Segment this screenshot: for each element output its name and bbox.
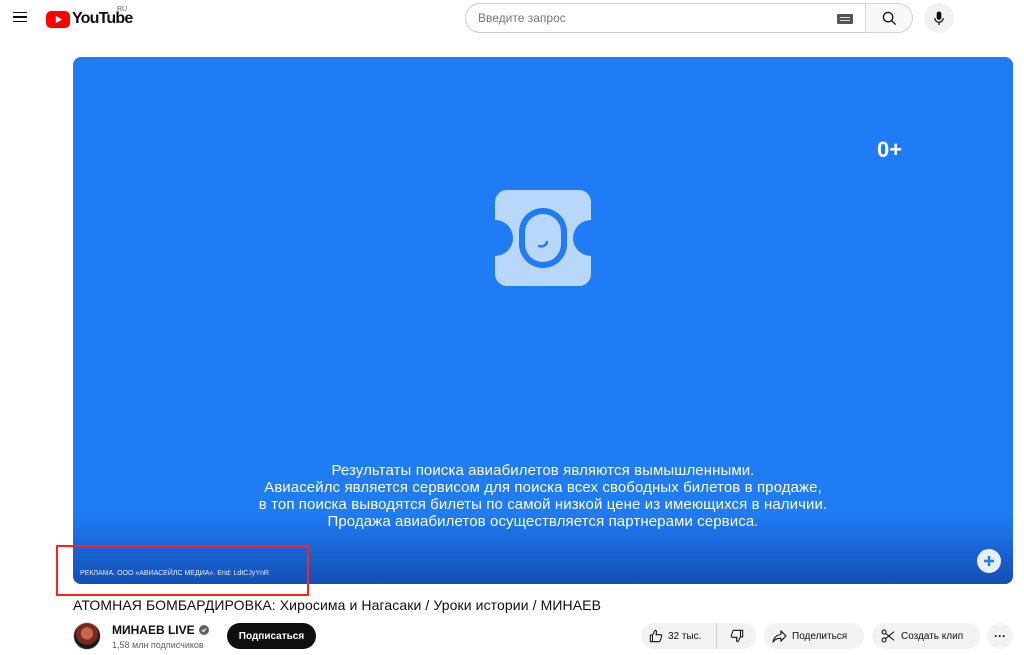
like-count: 32 тыс. — [668, 630, 702, 642]
more-icon: ··· — [994, 629, 1006, 643]
channel-name-text: МИНАЕВ LIVE — [112, 623, 195, 637]
disclaimer-line: Авиасейлс является сервисом для поиска в… — [264, 479, 822, 496]
microphone-icon — [934, 10, 944, 25]
video-player[interactable]: 0+ Результаты поиска авиабилетов являютс… — [73, 57, 1013, 584]
video-title: АТОМНАЯ БОМБАРДИРОВКА: Хиросима и Нагаса… — [73, 597, 602, 613]
search-bar — [465, 3, 913, 33]
search-input[interactable] — [478, 11, 818, 25]
annotation-highlight-box — [56, 545, 309, 596]
verified-icon — [198, 625, 209, 635]
search-box — [465, 3, 865, 33]
channel-name[interactable]: МИНАЕВ LIVE — [112, 623, 209, 637]
thumbs-down-icon — [730, 629, 743, 643]
plus-icon — [984, 556, 994, 566]
create-clip-button[interactable]: Создать клип — [872, 623, 980, 649]
share-icon — [772, 629, 787, 643]
like-button[interactable]: 32 тыс. — [641, 623, 717, 649]
disclaimer-line: Продажа авиабилетов осуществляется партн… — [327, 513, 759, 530]
thumbs-up-icon — [649, 629, 663, 643]
voice-search-button[interactable] — [924, 3, 954, 33]
share-label: Поделиться — [792, 630, 848, 642]
channel-avatar[interactable] — [73, 622, 101, 650]
youtube-play-icon — [46, 10, 70, 28]
search-button[interactable] — [865, 3, 913, 33]
menu-icon[interactable] — [8, 5, 32, 29]
disclaimer-line: Результаты поиска авиабилетов являются в… — [331, 462, 755, 479]
clip-label: Создать клип — [901, 630, 964, 642]
region-code: RU — [117, 6, 128, 13]
age-rating: 0+ — [877, 137, 903, 162]
aviasales-logo-icon — [495, 190, 591, 286]
scissors-icon — [881, 629, 895, 643]
search-icon — [882, 11, 896, 25]
share-button[interactable]: Поделиться — [764, 623, 864, 649]
disclaimer-line: в топ поиска выводятся билеты по самой н… — [258, 496, 828, 513]
ad-disclaimer: Результаты поиска авиабилетов являются в… — [73, 462, 1013, 530]
more-actions-button[interactable]: ··· — [987, 623, 1013, 649]
youtube-logo[interactable]: YouTube RU — [46, 6, 133, 29]
subscriber-count: 1,58 млн подписчиков — [112, 640, 204, 650]
subscribe-button[interactable]: Подписаться — [227, 623, 316, 649]
top-bar: YouTube RU — [0, 0, 1024, 36]
add-button[interactable] — [977, 549, 1001, 573]
keyboard-icon[interactable] — [837, 14, 853, 24]
dislike-button[interactable] — [717, 623, 756, 649]
like-dislike-group: 32 тыс. — [641, 623, 756, 649]
